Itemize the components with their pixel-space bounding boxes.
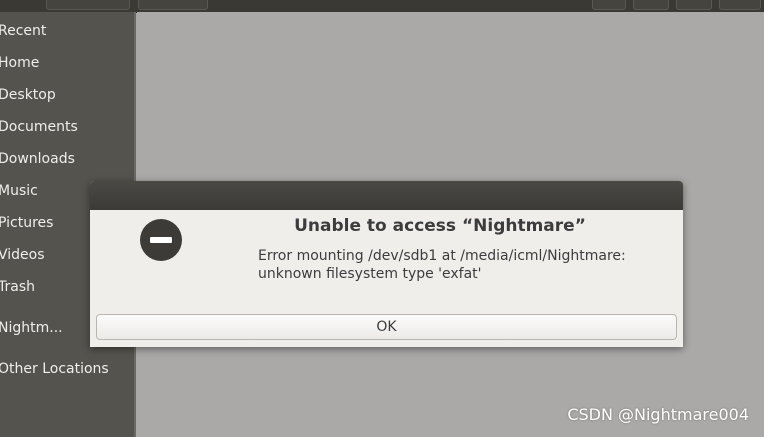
dialog-message-line: Error mounting /dev/sdb1 at /media/icml/… [258,248,626,264]
error-dialog: Unable to access “Nightmare” Error mount… [90,181,683,347]
watermark: CSDN @Nightmare004 [567,405,749,424]
ok-button[interactable]: OK [96,314,677,340]
toolbar-button[interactable] [676,0,712,10]
sidebar-item-home[interactable]: Home [0,54,39,72]
sidebar-item-trash[interactable]: Trash [0,278,35,296]
sidebar-item-documents[interactable]: Documents [0,118,78,136]
toolbar-button[interactable] [592,0,626,10]
toolbar-button[interactable] [633,0,669,10]
dialog-titlebar[interactable] [90,181,683,210]
dialog-message: Error mounting /dev/sdb1 at /media/icml/… [258,247,658,283]
toolbar-button[interactable] [719,0,761,10]
sidebar-item-pictures[interactable]: Pictures [0,214,53,232]
sidebar-item-videos[interactable]: Videos [0,246,45,264]
sidebar-item-music[interactable]: Music [0,182,38,200]
toolbar-button[interactable] [138,0,208,10]
sidebar-item-nightmare[interactable]: Nightm... [0,319,63,337]
error-minus-circle-icon [140,219,182,261]
dialog-message-line: unknown filesystem type 'exfat' [258,266,482,282]
sidebar-item-downloads[interactable]: Downloads [0,150,75,168]
sidebar-item-other-locations[interactable]: Other Locations [0,360,109,378]
dialog-title: Unable to access “Nightmare” [294,216,586,236]
sidebar-item-recent[interactable]: Recent [0,22,46,40]
toolbar-button[interactable] [46,0,130,10]
sidebar-item-desktop[interactable]: Desktop [0,86,56,104]
